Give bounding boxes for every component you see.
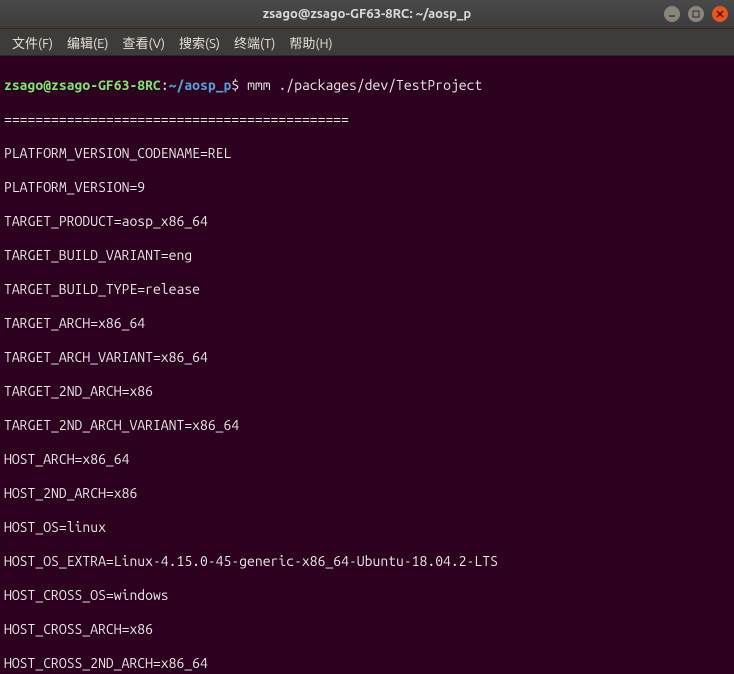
prompt-path: ~/aosp_p <box>169 77 232 93</box>
env-line: TARGET_ARCH_VARIANT=x86_64 <box>4 349 730 366</box>
window-controls <box>664 6 728 22</box>
env-line: HOST_2ND_ARCH=x86 <box>4 485 730 502</box>
menu-view[interactable]: 查看(V) <box>117 31 171 54</box>
env-line: HOST_CROSS_2ND_ARCH=x86_64 <box>4 655 730 672</box>
prompt-colon: : <box>161 77 169 93</box>
menu-file[interactable]: 文件(F) <box>6 31 59 54</box>
menu-terminal[interactable]: 终端(T) <box>228 31 281 54</box>
menu-help[interactable]: 帮助(H) <box>283 31 338 54</box>
env-line: TARGET_BUILD_VARIANT=eng <box>4 247 730 264</box>
window-title: zsago@zsago-GF63-8RC: ~/aosp_p <box>263 7 471 21</box>
menubar: 文件(F) 编辑(E) 查看(V) 搜索(S) 终端(T) 帮助(H) <box>0 29 734 56</box>
maximize-button[interactable] <box>688 6 704 22</box>
separator-top: ========================================… <box>4 111 730 128</box>
env-line: HOST_OS=linux <box>4 519 730 536</box>
prompt-dollar: $ <box>231 77 239 93</box>
env-line: TARGET_2ND_ARCH_VARIANT=x86_64 <box>4 417 730 434</box>
env-line: PLATFORM_VERSION=9 <box>4 179 730 196</box>
env-line: TARGET_BUILD_TYPE=release <box>4 281 730 298</box>
env-line: TARGET_PRODUCT=aosp_x86_64 <box>4 213 730 230</box>
env-line: HOST_ARCH=x86_64 <box>4 451 730 468</box>
command-text: mmm ./packages/dev/TestProject <box>247 77 482 93</box>
menu-search[interactable]: 搜索(S) <box>173 31 226 54</box>
menu-edit[interactable]: 编辑(E) <box>61 31 114 54</box>
env-line: PLATFORM_VERSION_CODENAME=REL <box>4 145 730 162</box>
terminal-area[interactable]: zsago@zsago-GF63-8RC:~/aosp_p$ mmm ./pac… <box>0 56 734 674</box>
env-line: HOST_CROSS_ARCH=x86 <box>4 621 730 638</box>
env-line: TARGET_2ND_ARCH=x86 <box>4 383 730 400</box>
env-line: TARGET_ARCH=x86_64 <box>4 315 730 332</box>
env-line: HOST_CROSS_OS=windows <box>4 587 730 604</box>
terminal-line: zsago@zsago-GF63-8RC:~/aosp_p$ mmm ./pac… <box>4 77 730 94</box>
minimize-button[interactable] <box>664 6 680 22</box>
titlebar: zsago@zsago-GF63-8RC: ~/aosp_p <box>0 0 734 29</box>
env-line: HOST_OS_EXTRA=Linux-4.15.0-45-generic-x8… <box>4 553 730 570</box>
prompt-userhost: zsago@zsago-GF63-8RC <box>4 77 161 93</box>
close-button[interactable] <box>712 6 728 22</box>
